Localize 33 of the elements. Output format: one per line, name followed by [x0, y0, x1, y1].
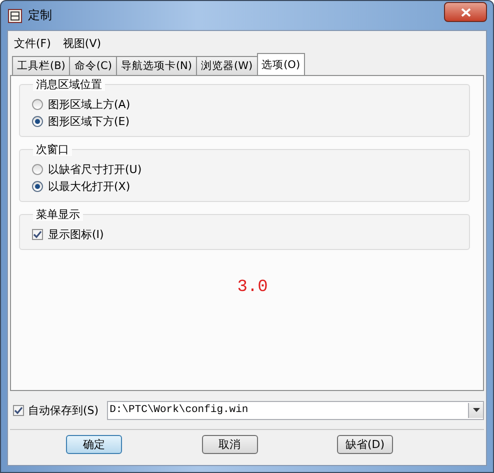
tab[interactable]: 工具栏(B) [12, 56, 70, 75]
menu-item[interactable]: 文件(F) [14, 36, 51, 50]
option-label: 以缺省尺寸打开(U) [48, 162, 142, 176]
checkbox[interactable] [32, 228, 43, 240]
close-button[interactable] [444, 2, 487, 22]
window-icon [8, 8, 22, 22]
option-label: 以最大化打开(X) [48, 178, 130, 194]
group-title: 次窗口 [33, 143, 72, 156]
option-label: 显示图标(I) [48, 226, 104, 242]
autosave-label: 自动保存到(S) [28, 402, 99, 418]
window-title: 定制 [28, 7, 52, 24]
close-icon [460, 8, 470, 16]
dialog-button[interactable]: 取消 [202, 435, 258, 454]
radio-button[interactable] [32, 180, 43, 192]
checkbox[interactable] [13, 404, 24, 416]
menu-item[interactable]: 视图(V) [62, 36, 102, 50]
tab[interactable]: 导航选项卡(N) [116, 56, 197, 75]
path-combo-box[interactable]: D:\PTC\Work\config.win [106, 400, 484, 420]
option-label: 图形区域下方(E) [48, 114, 130, 128]
radio-button[interactable] [32, 116, 43, 126]
tab[interactable]: 浏览器(W) [196, 56, 258, 75]
dropdown-button[interactable] [468, 402, 483, 418]
radio-button[interactable] [32, 164, 43, 174]
group-title: 消息区域位置 [33, 78, 105, 91]
group-title: 菜单显示 [33, 208, 83, 221]
tab[interactable]: 选项(O) [256, 53, 306, 75]
option-label: 图形区域上方(A) [48, 96, 130, 112]
caret-icon [472, 408, 480, 412]
radio-button[interactable] [32, 98, 43, 110]
annotation-text: 3.0 [237, 278, 268, 297]
dialog-button[interactable]: 缺省(D) [337, 435, 393, 454]
dialog-button[interactable]: 确定 [66, 435, 122, 454]
tab[interactable]: 命令(C) [69, 56, 117, 75]
